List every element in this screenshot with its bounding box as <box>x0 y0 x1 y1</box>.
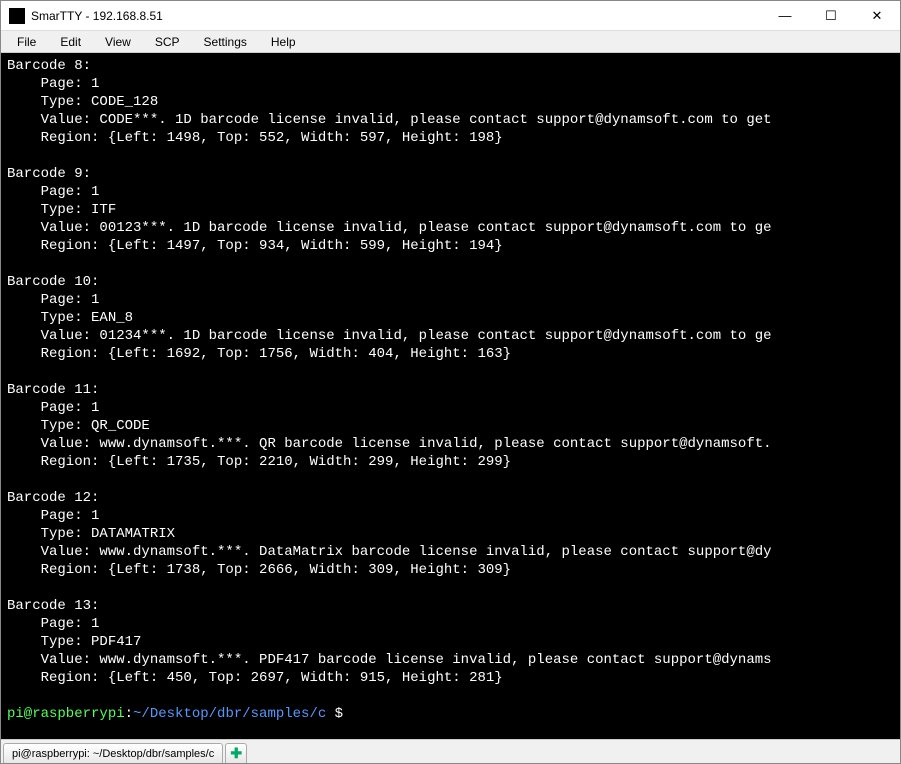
menu-settings[interactable]: Settings <box>194 33 257 51</box>
maximize-button[interactable]: ☐ <box>808 1 854 30</box>
menu-help[interactable]: Help <box>261 33 306 51</box>
add-tab-button[interactable]: ✚ <box>225 743 247 763</box>
tab-bar: pi@raspberrypi: ~/Desktop/dbr/samples/c … <box>1 739 900 763</box>
session-tab[interactable]: pi@raspberrypi: ~/Desktop/dbr/samples/c <box>3 743 223 763</box>
menu-view[interactable]: View <box>95 33 141 51</box>
app-icon <box>9 8 25 24</box>
menu-file[interactable]: File <box>7 33 46 51</box>
window-controls: — ☐ ✕ <box>762 1 900 30</box>
minimize-button[interactable]: — <box>762 1 808 30</box>
titlebar: SmarTTY - 192.168.8.51 — ☐ ✕ <box>1 1 900 31</box>
window-title: SmarTTY - 192.168.8.51 <box>31 9 762 23</box>
menu-edit[interactable]: Edit <box>50 33 91 51</box>
menubar: File Edit View SCP Settings Help <box>1 31 900 53</box>
close-button[interactable]: ✕ <box>854 1 900 30</box>
plus-icon: ✚ <box>230 745 242 762</box>
terminal-output[interactable]: Barcode 8: Page: 1 Type: CODE_128 Value:… <box>1 53 900 739</box>
menu-scp[interactable]: SCP <box>145 33 190 51</box>
